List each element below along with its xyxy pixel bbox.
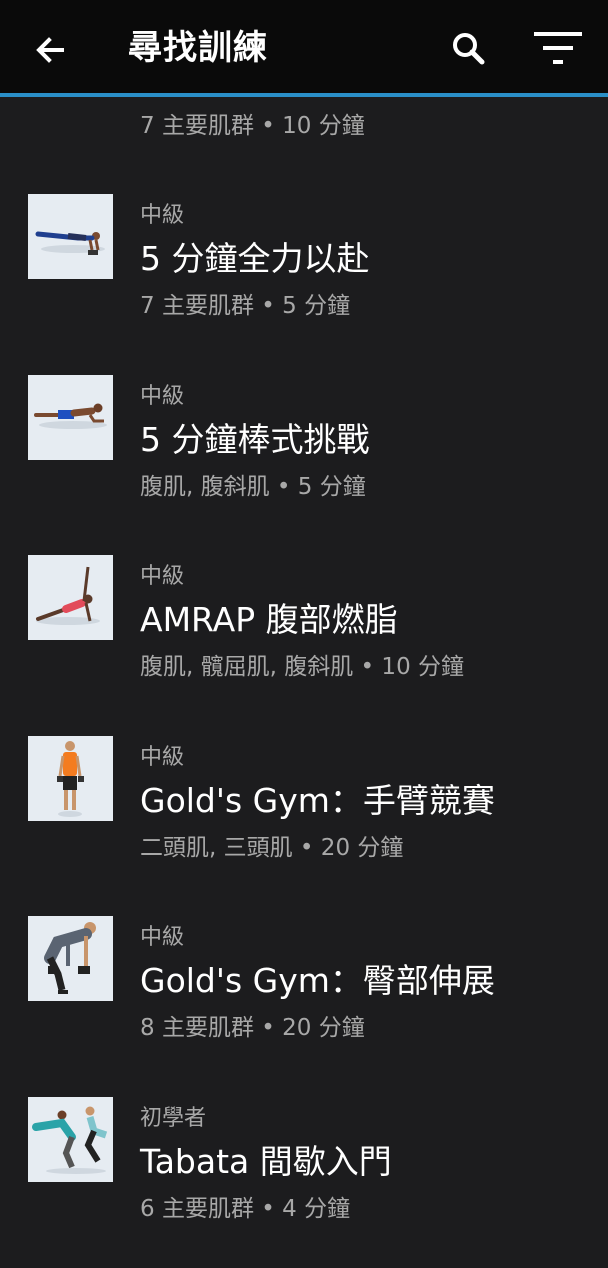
workout-name: Gold's Gym：手臂競賽 [140, 781, 495, 820]
search-icon[interactable] [448, 28, 490, 70]
workout-item[interactable]: 中級 Gold's Gym：手臂競賽 二頭肌, 三頭肌 • 20 分鐘 [0, 736, 608, 886]
workout-item[interactable]: 中級 5 分鐘全力以赴 7 主要肌群 • 5 分鐘 [0, 194, 608, 344]
workout-item[interactable]: 中級 5 分鐘棒式挑戰 腹肌, 腹斜肌 • 5 分鐘 [0, 375, 608, 525]
filter-icon[interactable] [530, 28, 586, 70]
workout-level: 中級 [140, 564, 185, 589]
workout-thumbnail [28, 736, 113, 821]
app-bar: 尋找訓練 [0, 0, 608, 97]
partial-item-meta: 7 主要肌群 • 10 分鐘 [140, 113, 365, 139]
workout-level: 初學者 [140, 1106, 207, 1131]
workout-name: 5 分鐘全力以赴 [140, 239, 370, 278]
workout-meta: 8 主要肌群 • 20 分鐘 [140, 1015, 365, 1041]
workout-thumbnail [28, 916, 113, 1001]
workout-level: 中級 [140, 745, 185, 770]
arrow-back-icon[interactable] [30, 30, 70, 70]
workout-meta: 6 主要肌群 • 4 分鐘 [140, 1196, 351, 1222]
page-title: 尋找訓練 [128, 28, 268, 68]
workout-thumbnail [28, 555, 113, 640]
workout-name: AMRAP 腹部燃脂 [140, 600, 398, 639]
workout-item[interactable]: 初學者 Tabata 間歇入門 6 主要肌群 • 4 分鐘 [0, 1097, 608, 1247]
workout-meta: 腹肌, 髖屈肌, 腹斜肌 • 10 分鐘 [140, 654, 465, 680]
workout-name: Tabata 間歇入門 [140, 1142, 392, 1181]
workout-level: 中級 [140, 384, 185, 409]
workout-item[interactable]: 中級 AMRAP 腹部燃脂 腹肌, 髖屈肌, 腹斜肌 • 10 分鐘 [0, 555, 608, 705]
workout-meta: 7 主要肌群 • 5 分鐘 [140, 293, 351, 319]
workout-level: 中級 [140, 925, 185, 950]
workout-thumbnail [28, 1097, 113, 1182]
workout-name: Gold's Gym：臀部伸展 [140, 961, 495, 1000]
workout-meta: 二頭肌, 三頭肌 • 20 分鐘 [140, 835, 404, 861]
workout-meta: 腹肌, 腹斜肌 • 5 分鐘 [140, 474, 366, 500]
workout-thumbnail [28, 375, 113, 460]
workout-item[interactable]: 中級 Gold's Gym：臀部伸展 8 主要肌群 • 20 分鐘 [0, 916, 608, 1066]
workout-name: 5 分鐘棒式挑戰 [140, 420, 370, 459]
workout-thumbnail [28, 194, 113, 279]
workout-level: 中級 [140, 203, 185, 228]
